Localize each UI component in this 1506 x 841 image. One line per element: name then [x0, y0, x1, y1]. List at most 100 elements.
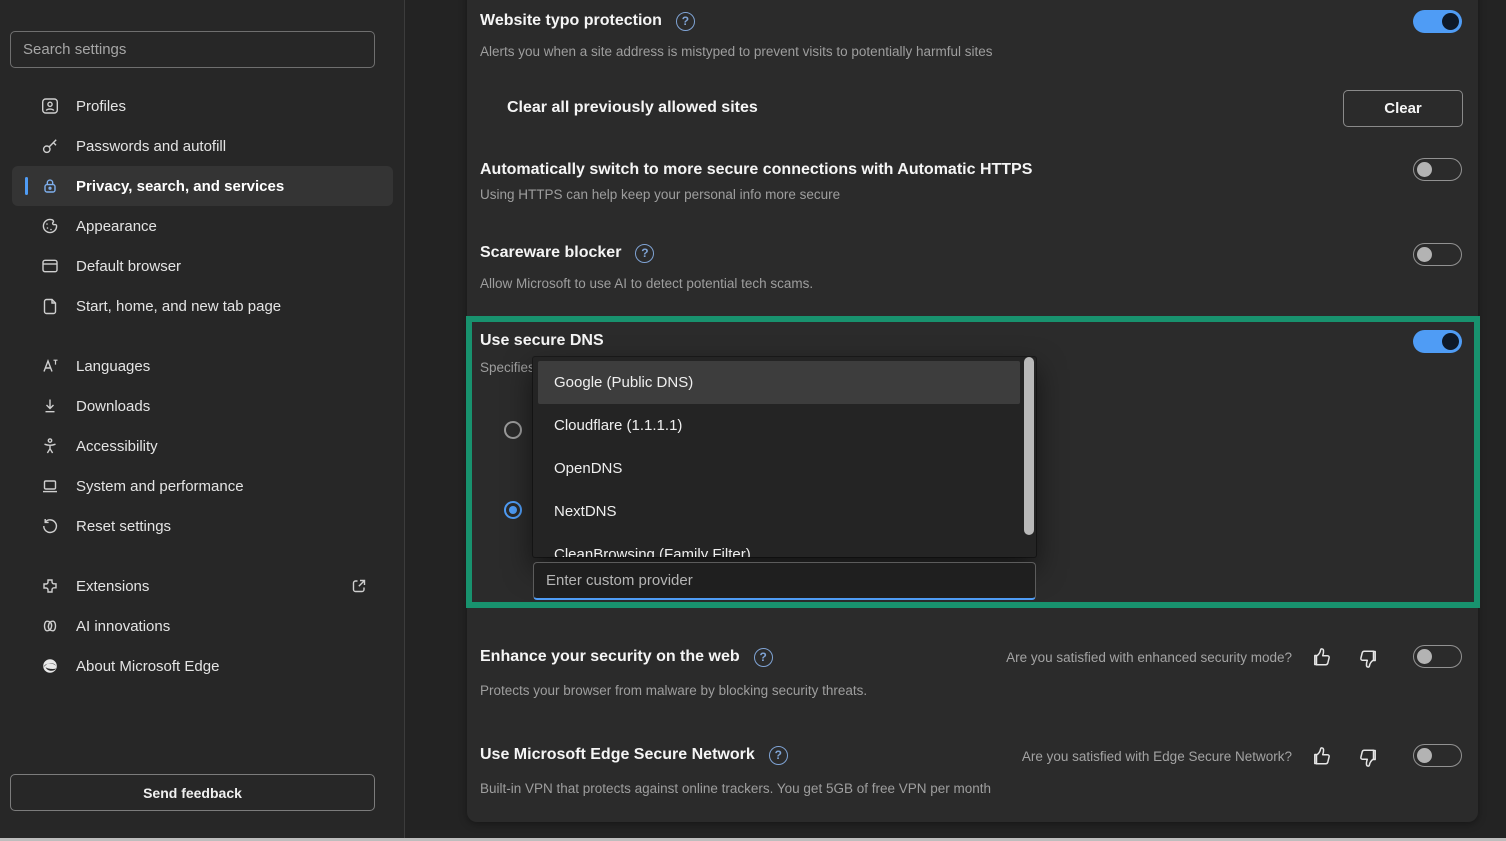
sidebar-item-label: Passwords and autofill	[76, 138, 226, 155]
external-link-icon	[349, 576, 369, 596]
secure-network-toggle[interactable]	[1413, 744, 1462, 767]
secure-dns-description-partial: Specifies	[480, 360, 535, 375]
download-icon	[40, 396, 60, 416]
sidebar-item-label: Languages	[76, 358, 150, 375]
laptop-icon	[40, 476, 60, 496]
dns-provider-dropdown: Google (Public DNS) Cloudflare (1.1.1.1)…	[533, 357, 1036, 557]
secure-network-description: Built-in VPN that protects against onlin…	[480, 781, 991, 796]
sidebar-item-label: Default browser	[76, 258, 181, 275]
help-icon[interactable]: ?	[769, 746, 788, 765]
sidebar-item-system-performance[interactable]: System and performance	[12, 466, 393, 506]
sidebar-item-ai-innovations[interactable]: AI innovations	[12, 606, 393, 646]
clear-sites-label: Clear all previously allowed sites	[507, 99, 758, 117]
sidebar-nav: Profiles Passwords and autofill Privacy,…	[0, 86, 405, 686]
settings-sidebar: Profiles Passwords and autofill Privacy,…	[0, 0, 405, 838]
sidebar-item-label: System and performance	[76, 478, 244, 495]
dropdown-option-cloudflare[interactable]: Cloudflare (1.1.1.1)	[533, 404, 1036, 447]
dropdown-option-nextdns[interactable]: NextDNS	[533, 490, 1036, 533]
enhance-security-title: Enhance your security on the web	[480, 646, 740, 668]
secure-network-title-row: Use Microsoft Edge Secure Network ?	[480, 744, 788, 766]
key-icon	[40, 136, 60, 156]
sidebar-item-languages[interactable]: Languages	[12, 346, 393, 386]
clear-button[interactable]: Clear	[1343, 90, 1463, 127]
enhance-security-question: Are you satisfied with enhanced security…	[1006, 650, 1292, 665]
sidebar-item-label: Extensions	[76, 578, 149, 595]
enhance-security-toggle[interactable]	[1413, 645, 1462, 668]
sidebar-item-reset-settings[interactable]: Reset settings	[12, 506, 393, 546]
secure-dns-toggle[interactable]	[1413, 330, 1462, 353]
auto-https-title-row: Automatically switch to more secure conn…	[480, 159, 1032, 181]
website-typo-description: Alerts you when a site address is mistyp…	[480, 44, 992, 59]
sidebar-item-passwords[interactable]: Passwords and autofill	[12, 126, 393, 166]
reset-icon	[40, 516, 60, 536]
sidebar-item-label: AI innovations	[76, 618, 170, 635]
secure-network-title: Use Microsoft Edge Secure Network	[480, 744, 755, 766]
toggle-knob	[1417, 649, 1432, 664]
sidebar-item-label: Reset settings	[76, 518, 171, 535]
sidebar-item-appearance[interactable]: Appearance	[12, 206, 393, 246]
custom-provider-input[interactable]	[533, 562, 1036, 600]
enhance-security-title-row: Enhance your security on the web ?	[480, 646, 773, 668]
new-tab-page-icon	[40, 296, 60, 316]
sidebar-item-label: Accessibility	[76, 438, 158, 455]
secure-network-question: Are you satisfied with Edge Secure Netwo…	[1022, 749, 1292, 764]
thumbs-up-icon[interactable]	[1310, 744, 1334, 768]
toggle-knob	[1417, 162, 1432, 177]
website-typo-title: Website typo protection	[480, 10, 662, 32]
auto-https-toggle[interactable]	[1413, 158, 1462, 181]
sidebar-item-profiles[interactable]: Profiles	[12, 86, 393, 126]
languages-icon	[40, 356, 60, 376]
help-icon[interactable]: ?	[754, 648, 773, 667]
sidebar-item-downloads[interactable]: Downloads	[12, 386, 393, 426]
sidebar-item-default-browser[interactable]: Default browser	[12, 246, 393, 286]
profiles-icon	[40, 96, 60, 116]
selected-indicator	[25, 177, 28, 195]
dropdown-scrollbar[interactable]	[1024, 357, 1034, 535]
sidebar-item-label: About Microsoft Edge	[76, 658, 219, 675]
help-icon[interactable]: ?	[676, 12, 695, 31]
nav-group-gap	[0, 326, 405, 346]
sidebar-item-accessibility[interactable]: Accessibility	[12, 426, 393, 466]
search-input[interactable]	[10, 31, 375, 68]
toggle-knob	[1417, 748, 1432, 763]
dropdown-option-google[interactable]: Google (Public DNS)	[538, 361, 1020, 404]
sidebar-item-extensions[interactable]: Extensions	[12, 566, 393, 606]
sidebar-item-about[interactable]: About Microsoft Edge	[12, 646, 393, 686]
enhance-security-description: Protects your browser from malware by bl…	[480, 683, 867, 698]
sidebar-item-label: Appearance	[76, 218, 157, 235]
thumbs-up-icon[interactable]	[1310, 645, 1334, 669]
edge-logo-icon	[40, 656, 60, 676]
dns-custom-provider-radio[interactable]	[504, 501, 522, 519]
dropdown-option-opendns[interactable]: OpenDNS	[533, 447, 1036, 490]
dns-default-provider-radio[interactable]	[504, 421, 522, 439]
sidebar-item-label: Privacy, search, and services	[76, 178, 284, 195]
scareware-title: Scareware blocker	[480, 242, 621, 264]
secure-dns-title: Use secure DNS	[480, 330, 604, 352]
copilot-icon	[40, 616, 60, 636]
auto-https-title: Automatically switch to more secure conn…	[480, 159, 1032, 181]
toggle-knob	[1442, 333, 1459, 350]
browser-window-icon	[40, 256, 60, 276]
secure-dns-title-row: Use secure DNS	[480, 330, 604, 352]
thumbs-down-icon[interactable]	[1356, 746, 1380, 770]
palette-icon	[40, 216, 60, 236]
dropdown-option-cleanbrowsing[interactable]: CleanBrowsing (Family Filter)	[533, 533, 1036, 557]
lock-icon	[40, 176, 60, 196]
puzzle-icon	[40, 576, 60, 596]
sidebar-item-privacy[interactable]: Privacy, search, and services	[12, 166, 393, 206]
scareware-toggle[interactable]	[1413, 243, 1462, 266]
auto-https-description: Using HTTPS can help keep your personal …	[480, 187, 840, 202]
sidebar-item-label: Downloads	[76, 398, 150, 415]
website-typo-title-row: Website typo protection ?	[480, 10, 695, 32]
sidebar-item-start-home[interactable]: Start, home, and new tab page	[12, 286, 393, 326]
thumbs-down-icon[interactable]	[1356, 647, 1380, 671]
website-typo-toggle[interactable]	[1413, 10, 1462, 33]
nav-group-gap	[0, 546, 405, 566]
toggle-knob	[1442, 13, 1459, 30]
send-feedback-button[interactable]: Send feedback	[10, 774, 375, 811]
accessibility-icon	[40, 436, 60, 456]
sidebar-item-label: Start, home, and new tab page	[76, 298, 281, 315]
toggle-knob	[1417, 247, 1432, 262]
help-icon[interactable]: ?	[635, 244, 654, 263]
scareware-description: Allow Microsoft to use AI to detect pote…	[480, 276, 813, 291]
